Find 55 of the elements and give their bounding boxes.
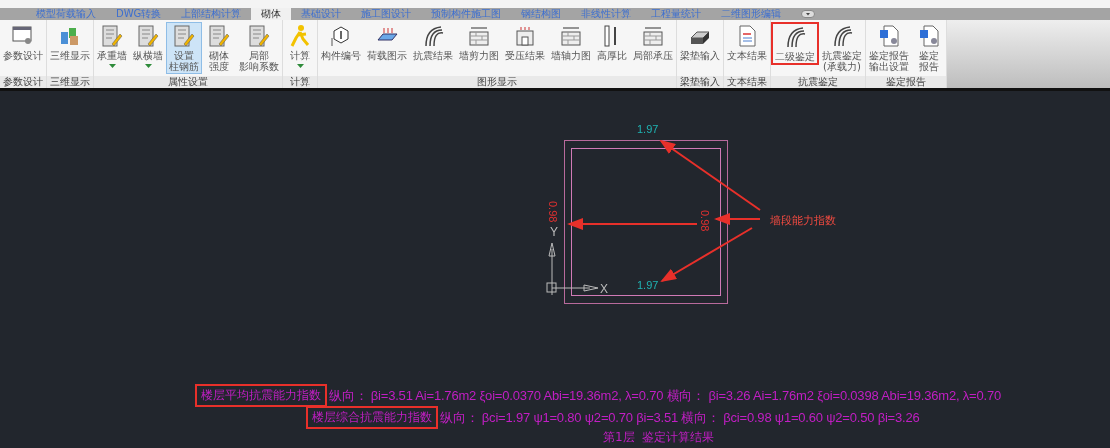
ribbon-button[interactable]: 文本结果: [724, 22, 770, 63]
pencil-icon: [172, 24, 196, 48]
ribbon-button[interactable]: 砌体 强度: [202, 22, 236, 74]
result-title: 第1层 鉴定计算结果: [603, 429, 715, 446]
axis-label: Y: [550, 225, 558, 239]
value-label: 0.98: [547, 201, 559, 223]
result-values: 纵向： βi=3.51 Ai=1.76m2 ξoi=0.0370 Abi=19.36m2, λ=0.70 横向： βi=3.26 Ai=1.76m2 ξoi=0.0398 Abi=19.36m2, λ=0.70: [329, 386, 1001, 405]
document-icon: [917, 24, 941, 48]
group-label: 文本结果: [724, 76, 770, 88]
value-label: 1.97: [637, 123, 659, 135]
group-label: 三维显示: [47, 76, 93, 88]
result-values: 纵向： βci=1.97 ψ1=0.80 ψ2=0.70 βi=3.51 横向： βci=0.98 ψ1=0.60 ψ2=0.50 βi=3.26: [440, 408, 920, 427]
leader-arrow: [714, 213, 761, 225]
value-label: 0.98: [699, 210, 711, 232]
collapse-icon[interactable]: [801, 10, 816, 18]
axis-label: X: [600, 282, 608, 296]
ribbon-button[interactable]: 鉴定报告 输出设置: [866, 22, 912, 74]
ribbon-button[interactable]: 受压结果: [502, 22, 548, 63]
ribbon-button[interactable]: 构件编号: [318, 22, 364, 63]
ribbon-button[interactable]: 抗震结果: [410, 22, 456, 63]
annotation-label: 墙段能力指数: [770, 214, 836, 227]
runner-icon: [288, 24, 312, 48]
ribbon-button[interactable]: 承重墙: [94, 22, 130, 70]
ribbon-button[interactable]: 参数设计: [0, 22, 46, 63]
ribbon-button[interactable]: 鉴定 报告: [912, 22, 946, 74]
group-label: 鉴定报告: [866, 76, 946, 88]
pencil-icon: [247, 24, 271, 48]
ribbon-button[interactable]: 三维显示: [47, 22, 93, 63]
pencil-icon: [100, 24, 124, 48]
group-label: 属性设置: [94, 76, 282, 88]
pencil-icon: [207, 24, 231, 48]
ribbon-button[interactable]: 二级鉴定: [771, 22, 819, 65]
ribbon-button[interactable]: 计算: [283, 22, 317, 70]
group-label: 图形显示: [318, 76, 676, 88]
group-label: 参数设计: [0, 76, 46, 88]
ucs-axis-icon: [546, 242, 599, 296]
result-label: 楼层综合抗震能力指数: [306, 406, 438, 429]
group-label: 计算: [283, 76, 317, 88]
result-label: 楼层平均抗震能力指数: [195, 384, 327, 407]
ribbon-button[interactable]: 荷载图示: [364, 22, 410, 63]
ribbon-button[interactable]: 设置 柱钢筋: [166, 22, 202, 74]
ribbon-tab[interactable]: 砌体: [251, 8, 292, 20]
document-icon: [877, 24, 901, 48]
ribbon-button[interactable]: 纵横墙: [130, 22, 166, 70]
ribbon-button[interactable]: 墙剪力图: [456, 22, 502, 63]
ribbon-button[interactable]: 墙轴力图: [548, 22, 594, 63]
ribbon-button[interactable]: 梁垫输入: [677, 22, 723, 63]
ribbon-button[interactable]: 局部承压: [630, 22, 676, 63]
ribbon-button[interactable]: 高厚比: [594, 22, 630, 63]
group-label: 抗震鉴定: [771, 76, 865, 88]
group-label: 梁垫输入: [677, 76, 723, 88]
value-label: 1.97: [637, 279, 659, 291]
ribbon-button[interactable]: 抗震鉴定 (承载力): [819, 22, 865, 74]
ribbon-button[interactable]: 局部 影响系数: [236, 22, 282, 74]
pencil-icon: [136, 24, 160, 48]
